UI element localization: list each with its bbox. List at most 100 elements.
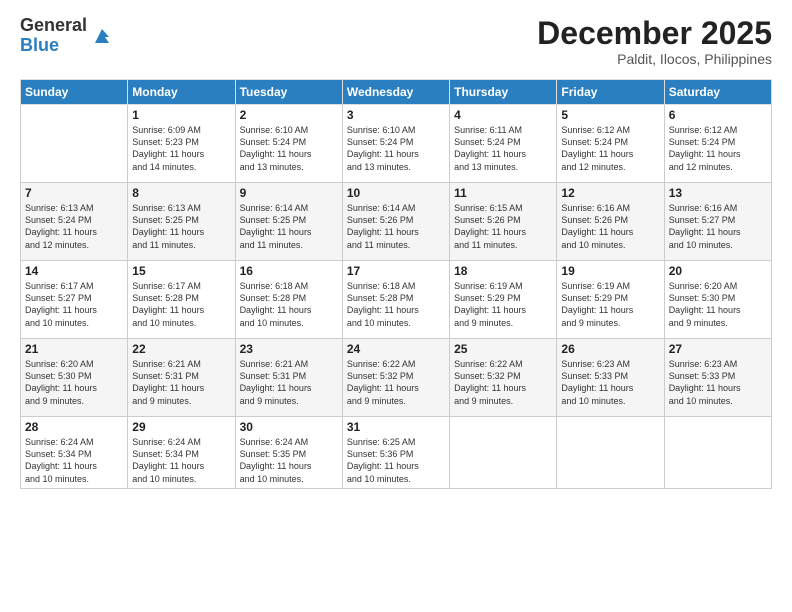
week-row-1: 1 Sunrise: 6:09 AM Sunset: 5:23 PM Daylig…: [21, 105, 772, 183]
calendar-cell: 28 Sunrise: 6:24 AM Sunset: 5:34 PM Dayli…: [21, 417, 128, 489]
day-info: Sunrise: 6:20 AM Sunset: 5:30 PM Dayligh…: [25, 358, 123, 407]
calendar-cell: 23 Sunrise: 6:21 AM Sunset: 5:31 PM Dayli…: [235, 339, 342, 417]
day-info: Sunrise: 6:23 AM Sunset: 5:33 PM Dayligh…: [561, 358, 659, 407]
day-number: 19: [561, 264, 659, 278]
day-info: Sunrise: 6:12 AM Sunset: 5:24 PM Dayligh…: [669, 124, 767, 173]
calendar-cell: 20 Sunrise: 6:20 AM Sunset: 5:30 PM Dayli…: [664, 261, 771, 339]
month-title: December 2025: [537, 16, 772, 51]
calendar-cell: 16 Sunrise: 6:18 AM Sunset: 5:28 PM Dayli…: [235, 261, 342, 339]
day-number: 3: [347, 108, 445, 122]
calendar-cell: 13 Sunrise: 6:16 AM Sunset: 5:27 PM Dayli…: [664, 183, 771, 261]
day-info: Sunrise: 6:18 AM Sunset: 5:28 PM Dayligh…: [347, 280, 445, 329]
calendar-cell: 3 Sunrise: 6:10 AM Sunset: 5:24 PM Daylig…: [342, 105, 449, 183]
logo-text: General Blue: [20, 16, 87, 56]
calendar-cell: 29Sunrise: 6:24 AM Sunset: 5:34 PM Dayli…: [128, 417, 235, 489]
weekday-header-row: SundayMondayTuesdayWednesdayThursdayFrid…: [21, 80, 772, 105]
day-info: Sunrise: 6:17 AM Sunset: 5:27 PM Dayligh…: [25, 280, 123, 329]
calendar-cell: 27 Sunrise: 6:23 AM Sunset: 5:33 PM Dayli…: [664, 339, 771, 417]
day-number: 21: [25, 342, 123, 356]
day-info: Sunrise: 6:11 AM Sunset: 5:24 PM Dayligh…: [454, 124, 552, 173]
day-number: 1: [132, 108, 230, 122]
day-number: 9: [240, 186, 338, 200]
day-number: 22: [132, 342, 230, 356]
week-row-4: 21 Sunrise: 6:20 AM Sunset: 5:30 PM Dayli…: [21, 339, 772, 417]
calendar-cell: 15Sunrise: 6:17 AM Sunset: 5:28 PM Dayli…: [128, 261, 235, 339]
logo-general: General: [20, 16, 87, 36]
week-row-3: 14 Sunrise: 6:17 AM Sunset: 5:27 PM Dayli…: [21, 261, 772, 339]
day-number: 13: [669, 186, 767, 200]
weekday-header-monday: Monday: [128, 80, 235, 105]
calendar-cell: 17 Sunrise: 6:18 AM Sunset: 5:28 PM Dayli…: [342, 261, 449, 339]
calendar-cell: 1 Sunrise: 6:09 AM Sunset: 5:23 PM Daylig…: [128, 105, 235, 183]
day-info: Sunrise: 6:14 AM Sunset: 5:25 PM Dayligh…: [240, 202, 338, 251]
day-number: 27: [669, 342, 767, 356]
day-number: 18: [454, 264, 552, 278]
day-number: 20: [669, 264, 767, 278]
calendar-cell: 9 Sunrise: 6:14 AM Sunset: 5:25 PM Daylig…: [235, 183, 342, 261]
calendar-cell: 14 Sunrise: 6:17 AM Sunset: 5:27 PM Dayli…: [21, 261, 128, 339]
calendar-cell: 26 Sunrise: 6:23 AM Sunset: 5:33 PM Dayli…: [557, 339, 664, 417]
weekday-header-tuesday: Tuesday: [235, 80, 342, 105]
day-info: Sunrise: 6:13 AM Sunset: 5:24 PM Dayligh…: [25, 202, 123, 251]
weekday-header-saturday: Saturday: [664, 80, 771, 105]
day-info: Sunrise: 6:21 AM Sunset: 5:31 PM Dayligh…: [240, 358, 338, 407]
day-info: Sunrise: 6:23 AM Sunset: 5:33 PM Dayligh…: [669, 358, 767, 407]
day-number: 17: [347, 264, 445, 278]
day-info: Sunrise: 6:21 AM Sunset: 5:31 PM Dayligh…: [132, 358, 230, 407]
day-info: Sunrise: 6:22 AM Sunset: 5:32 PM Dayligh…: [347, 358, 445, 407]
day-number: 6: [669, 108, 767, 122]
calendar-cell: 30 Sunrise: 6:24 AM Sunset: 5:35 PM Dayli…: [235, 417, 342, 489]
calendar-cell: 10Sunrise: 6:14 AM Sunset: 5:26 PM Dayli…: [342, 183, 449, 261]
day-info: Sunrise: 6:20 AM Sunset: 5:30 PM Dayligh…: [669, 280, 767, 329]
calendar-cell: 11Sunrise: 6:15 AM Sunset: 5:26 PM Dayli…: [450, 183, 557, 261]
calendar-cell: 8 Sunrise: 6:13 AM Sunset: 5:25 PM Daylig…: [128, 183, 235, 261]
day-number: 7: [25, 186, 123, 200]
day-number: 30: [240, 420, 338, 434]
header: General Blue December 2025 Paldit, Iloco…: [20, 16, 772, 67]
calendar-cell: 12Sunrise: 6:16 AM Sunset: 5:26 PM Dayli…: [557, 183, 664, 261]
calendar-cell: 6 Sunrise: 6:12 AM Sunset: 5:24 PM Daylig…: [664, 105, 771, 183]
day-number: 5: [561, 108, 659, 122]
day-info: Sunrise: 6:16 AM Sunset: 5:27 PM Dayligh…: [669, 202, 767, 251]
location-subtitle: Paldit, Ilocos, Philippines: [537, 51, 772, 67]
calendar-cell: [21, 105, 128, 183]
weekday-header-thursday: Thursday: [450, 80, 557, 105]
day-number: 23: [240, 342, 338, 356]
day-number: 8: [132, 186, 230, 200]
day-info: Sunrise: 6:19 AM Sunset: 5:29 PM Dayligh…: [561, 280, 659, 329]
calendar-cell: 25Sunrise: 6:22 AM Sunset: 5:32 PM Dayli…: [450, 339, 557, 417]
page: General Blue December 2025 Paldit, Iloco…: [0, 0, 792, 612]
day-number: 29: [132, 420, 230, 434]
calendar-cell: [557, 417, 664, 489]
day-info: Sunrise: 6:18 AM Sunset: 5:28 PM Dayligh…: [240, 280, 338, 329]
calendar-table: SundayMondayTuesdayWednesdayThursdayFrid…: [20, 79, 772, 489]
day-info: Sunrise: 6:19 AM Sunset: 5:29 PM Dayligh…: [454, 280, 552, 329]
calendar-cell: 7 Sunrise: 6:13 AM Sunset: 5:24 PM Daylig…: [21, 183, 128, 261]
calendar-cell: 2 Sunrise: 6:10 AM Sunset: 5:24 PM Daylig…: [235, 105, 342, 183]
day-info: Sunrise: 6:12 AM Sunset: 5:24 PM Dayligh…: [561, 124, 659, 173]
day-info: Sunrise: 6:09 AM Sunset: 5:23 PM Dayligh…: [132, 124, 230, 173]
week-row-2: 7 Sunrise: 6:13 AM Sunset: 5:24 PM Daylig…: [21, 183, 772, 261]
calendar-cell: 21 Sunrise: 6:20 AM Sunset: 5:30 PM Dayli…: [21, 339, 128, 417]
day-number: 16: [240, 264, 338, 278]
day-number: 2: [240, 108, 338, 122]
day-info: Sunrise: 6:16 AM Sunset: 5:26 PM Dayligh…: [561, 202, 659, 251]
weekday-header-sunday: Sunday: [21, 80, 128, 105]
day-info: Sunrise: 6:24 AM Sunset: 5:34 PM Dayligh…: [25, 436, 123, 485]
day-info: Sunrise: 6:10 AM Sunset: 5:24 PM Dayligh…: [240, 124, 338, 173]
day-number: 26: [561, 342, 659, 356]
calendar-cell: 18 Sunrise: 6:19 AM Sunset: 5:29 PM Dayli…: [450, 261, 557, 339]
calendar-cell: 5 Sunrise: 6:12 AM Sunset: 5:24 PM Daylig…: [557, 105, 664, 183]
calendar-cell: 22 Sunrise: 6:21 AM Sunset: 5:31 PM Dayli…: [128, 339, 235, 417]
day-number: 31: [347, 420, 445, 434]
day-info: Sunrise: 6:15 AM Sunset: 5:26 PM Dayligh…: [454, 202, 552, 251]
day-info: Sunrise: 6:17 AM Sunset: 5:28 PM Dayligh…: [132, 280, 230, 329]
day-info: Sunrise: 6:10 AM Sunset: 5:24 PM Dayligh…: [347, 124, 445, 173]
day-number: 14: [25, 264, 123, 278]
title-block: December 2025 Paldit, Ilocos, Philippine…: [537, 16, 772, 67]
day-info: Sunrise: 6:13 AM Sunset: 5:25 PM Dayligh…: [132, 202, 230, 251]
day-number: 25: [454, 342, 552, 356]
logo-blue: Blue: [20, 36, 87, 56]
day-info: Sunrise: 6:24 AM Sunset: 5:35 PM Dayligh…: [240, 436, 338, 485]
day-number: 28: [25, 420, 123, 434]
